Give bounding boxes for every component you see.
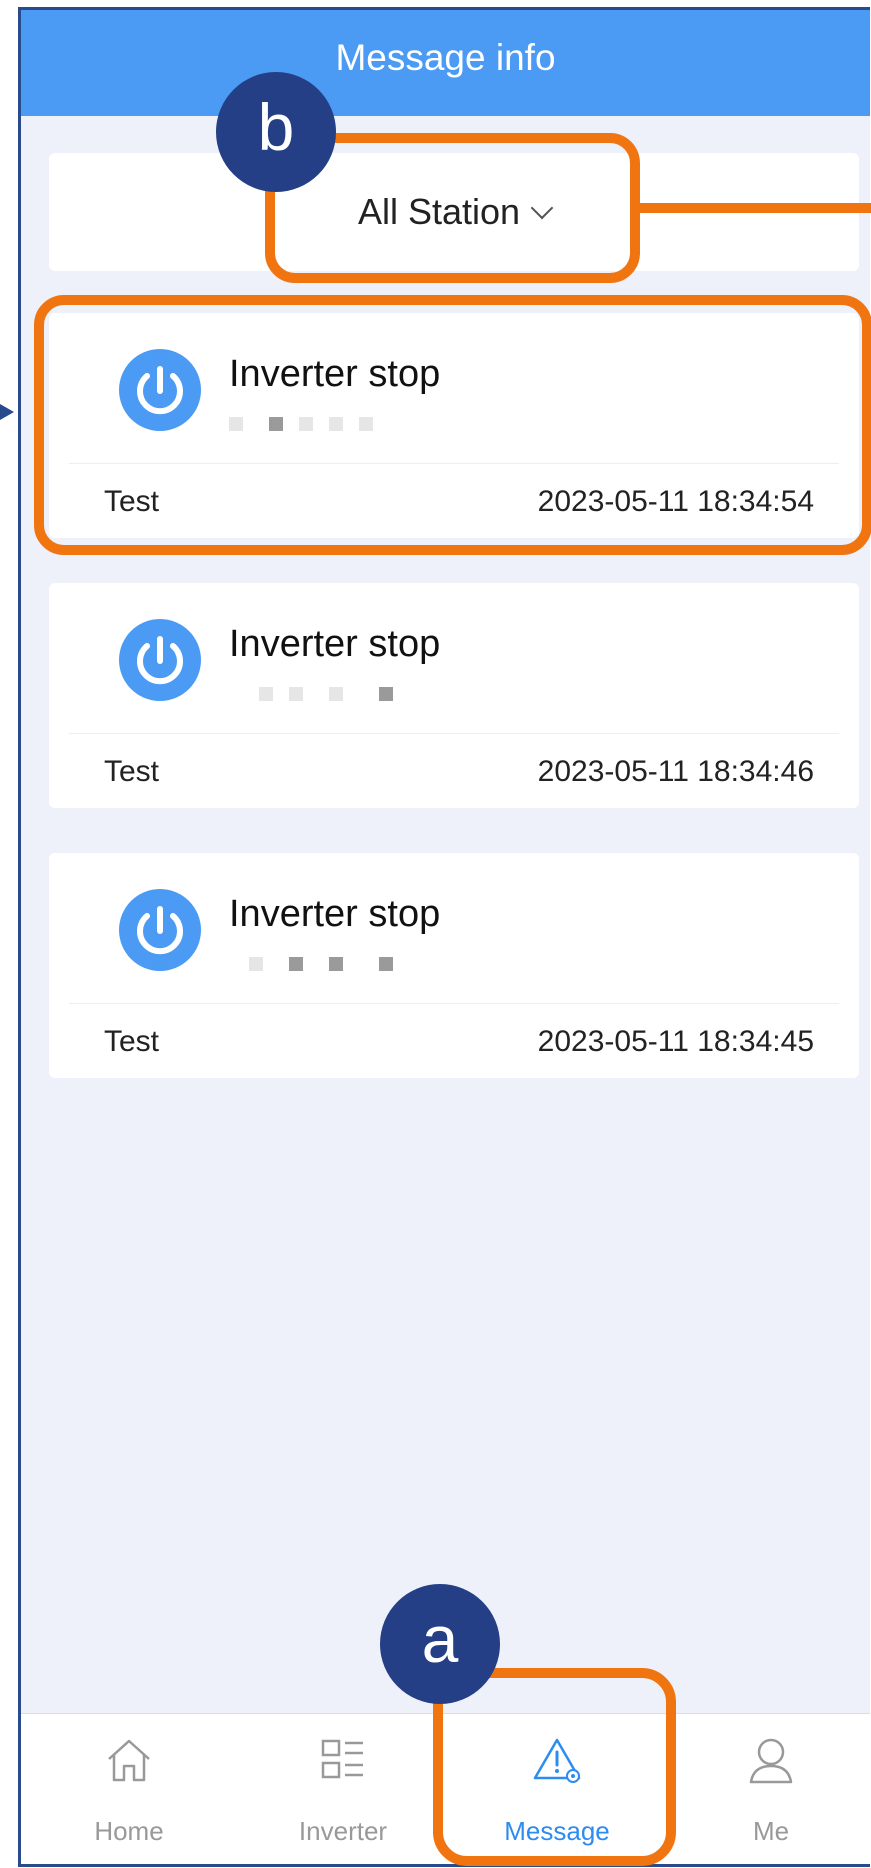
highlight-message-tab (433, 1668, 676, 1866)
message-title: Inverter stop (229, 623, 441, 665)
message-time: 2023-05-11 18:34:45 (537, 1025, 814, 1058)
tab-me[interactable]: Me (671, 1714, 870, 1864)
card-divider (69, 733, 839, 734)
message-title: Inverter stop (229, 893, 441, 935)
page-header: Message info (21, 10, 870, 116)
user-icon (749, 1738, 793, 1784)
annotation-connector-line (635, 203, 871, 213)
message-station: Test (104, 1025, 160, 1058)
tab-home-label: Home (94, 1816, 164, 1846)
annotation-badge-a: a (380, 1584, 500, 1704)
message-time: 2023-05-11 18:34:46 (537, 755, 814, 788)
annotation-arrow-tip (0, 404, 14, 420)
home-icon (108, 1739, 150, 1782)
card-divider (69, 1003, 839, 1004)
power-icon (119, 619, 201, 701)
tab-me-label: Me (752, 1816, 790, 1846)
message-station: Test (104, 755, 160, 788)
redacted-device-id (229, 953, 429, 977)
tab-home[interactable]: Home (29, 1714, 229, 1864)
message-card[interactable]: Inverter stop Test 2023-05-11 18:34:46 (49, 583, 859, 808)
tab-inverter-label: Inverter (298, 1816, 388, 1846)
power-icon (119, 889, 201, 971)
annotation-badge-b: b (216, 72, 336, 192)
list-icon (321, 1739, 363, 1779)
page-title: Message info (335, 37, 556, 78)
redacted-device-id (229, 683, 429, 707)
tab-inverter[interactable]: Inverter (243, 1714, 443, 1864)
highlight-first-message (34, 295, 871, 555)
message-card[interactable]: Inverter stop Test 2023-05-11 18:34:45 (49, 853, 859, 1078)
